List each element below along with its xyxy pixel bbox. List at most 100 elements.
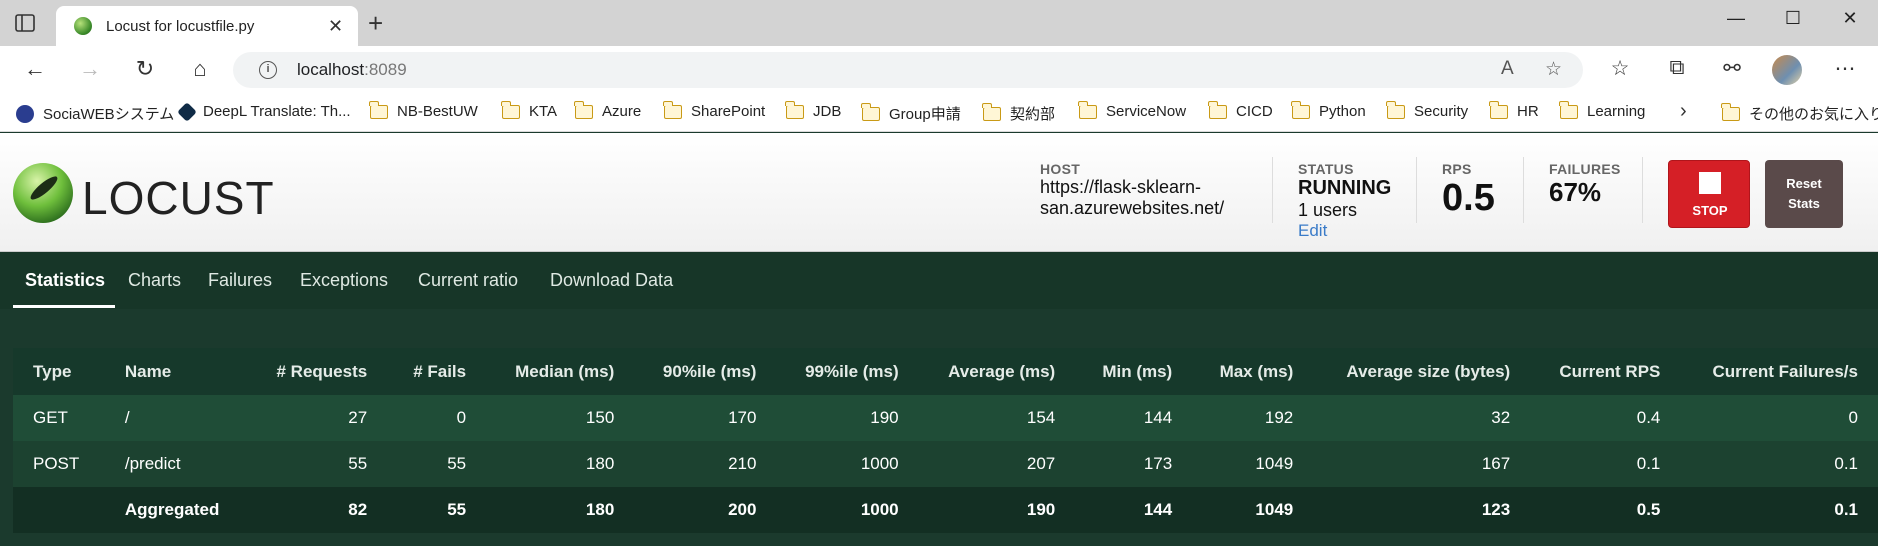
address-bar[interactable]: i localhost:8089 A ☆ [233,52,1583,88]
column-header[interactable]: Max (ms) [1192,348,1314,395]
bookmark-contract[interactable]: 契約部 [982,102,1055,124]
favorites-icon[interactable]: ☆ [1605,56,1635,81]
bookmarks-bar: SociaWEBシステム DeepL Translate: Th... NB-B… [0,94,1878,132]
tab-download-data[interactable]: Download Data [550,270,673,291]
locust-logo-text: LOCUST [82,172,275,224]
tab-statistics[interactable]: Statistics [25,270,105,291]
bookmark-jdb[interactable]: JDB [785,100,841,120]
folder-icon [1291,100,1310,119]
chevron-right-icon[interactable]: › [1680,100,1687,123]
table-cell: 170 [634,395,777,441]
edit-link[interactable]: Edit [1298,221,1391,241]
profile-avatar[interactable] [1772,55,1802,85]
column-header[interactable]: Average (ms) [918,348,1076,395]
tab-exceptions[interactable]: Exceptions [300,270,388,291]
bookmark-socia[interactable]: SociaWEBシステム [16,103,174,124]
column-header[interactable]: # Fails [387,348,487,395]
tab-failures[interactable]: Failures [208,270,272,291]
failures-label: FAILURES [1549,161,1621,177]
back-icon[interactable]: ← [20,56,50,82]
main-tabs: Statistics Charts Failures Exceptions Cu… [0,252,1878,309]
column-header[interactable]: Name [104,348,249,395]
stop-icon [1699,172,1721,194]
add-favorite-icon[interactable]: ☆ [1545,58,1562,81]
table-cell: 173 [1075,441,1193,487]
table-cell: 190 [918,487,1076,533]
folder-icon [501,100,520,119]
column-header[interactable]: Min (ms) [1075,348,1193,395]
failures-box: FAILURES 67% [1549,161,1621,208]
window-close-icon[interactable]: ✕ [1830,8,1870,29]
active-tab-indicator [13,305,115,308]
table-cell: Aggregated [104,487,249,533]
stop-button[interactable]: STOP [1668,160,1750,228]
tab-charts[interactable]: Charts [128,270,181,291]
forward-icon[interactable]: → [75,56,105,82]
column-header[interactable]: 99%ile (ms) [776,348,919,395]
folder-icon [982,102,1001,121]
folder-icon [1208,100,1227,119]
minimize-icon[interactable]: — [1716,8,1756,29]
more-menu-icon[interactable]: ⋯ [1830,56,1860,81]
table-cell: 0.4 [1530,395,1681,441]
bookmark-nb-bestuw[interactable]: NB-BestUW [369,100,478,120]
read-aloud-icon[interactable]: A [1501,58,1514,80]
folder-icon [785,100,804,119]
bookmark-security[interactable]: Security [1386,100,1468,120]
divider [1642,157,1643,223]
divider [1416,157,1417,223]
collections-icon[interactable]: ⧉ [1662,56,1692,80]
column-header[interactable]: Median (ms) [486,348,635,395]
table-cell: 0.1 [1680,441,1878,487]
folder-icon [663,100,682,119]
table-cell: 0.5 [1530,487,1681,533]
column-header[interactable]: Average size (bytes) [1313,348,1531,395]
tab-title: Locust for locustfile.py [106,18,255,35]
bookmark-learning[interactable]: Learning [1559,100,1645,120]
bookmark-deepl[interactable]: DeepL Translate: Th... [177,101,351,122]
bookmark-sharepoint[interactable]: SharePoint [663,100,765,120]
table-cell: GET [13,395,105,441]
profile-sync-icon[interactable]: ⚯ [1717,56,1747,81]
column-header[interactable]: Current RPS [1530,348,1681,395]
folder-icon [1721,102,1740,121]
bookmark-servicenow[interactable]: ServiceNow [1078,100,1186,120]
url-text[interactable]: localhost:8089 [297,60,407,80]
new-tab-icon[interactable]: + [368,8,383,39]
folder-icon [861,102,880,121]
table-cell: 0.1 [1530,441,1681,487]
bookmark-python[interactable]: Python [1291,100,1366,120]
reset-stats-label: Reset Stats [1786,176,1822,211]
column-header[interactable]: # Requests [248,348,388,395]
reset-stats-button[interactable]: Reset Stats [1765,160,1843,228]
failures-value: 67% [1549,177,1602,207]
column-header[interactable]: Type [13,348,105,395]
table-cell: 207 [918,441,1076,487]
table-cell: 0 [1680,395,1878,441]
bookmark-kta[interactable]: KTA [501,100,557,120]
site-info-icon[interactable]: i [259,61,277,79]
table-cell: 123 [1313,487,1531,533]
home-icon[interactable]: ⌂ [185,56,215,82]
bookmark-other-favorites[interactable]: その他のお気に入り [1721,102,1878,124]
close-tab-icon[interactable]: ✕ [328,16,343,37]
browser-tab[interactable]: Locust for locustfile.py ✕ [56,6,358,46]
status-box: STATUS RUNNING 1 users Edit [1298,161,1391,241]
divider [1272,157,1273,223]
maximize-icon[interactable]: ☐ [1773,8,1813,29]
tab-actions-icon[interactable] [14,12,36,34]
table-cell: 180 [486,487,635,533]
bookmark-azure[interactable]: Azure [574,100,641,120]
bookmark-hr[interactable]: HR [1489,100,1539,120]
reload-icon[interactable]: ↻ [130,56,160,82]
table-cell: 1049 [1192,441,1314,487]
table-cell: 200 [634,487,777,533]
bookmark-group[interactable]: Group申請 [861,102,961,124]
table-cell: 1000 [776,487,919,533]
tab-current-ratio[interactable]: Current ratio [418,270,518,291]
column-header[interactable]: 90%ile (ms) [634,348,777,395]
folder-icon [1386,100,1405,119]
table-header-row: Type Name # Requests # Fails Median (ms)… [13,348,1878,395]
bookmark-cicd[interactable]: CICD [1208,100,1273,120]
column-header[interactable]: Current Failures/s [1680,348,1878,395]
